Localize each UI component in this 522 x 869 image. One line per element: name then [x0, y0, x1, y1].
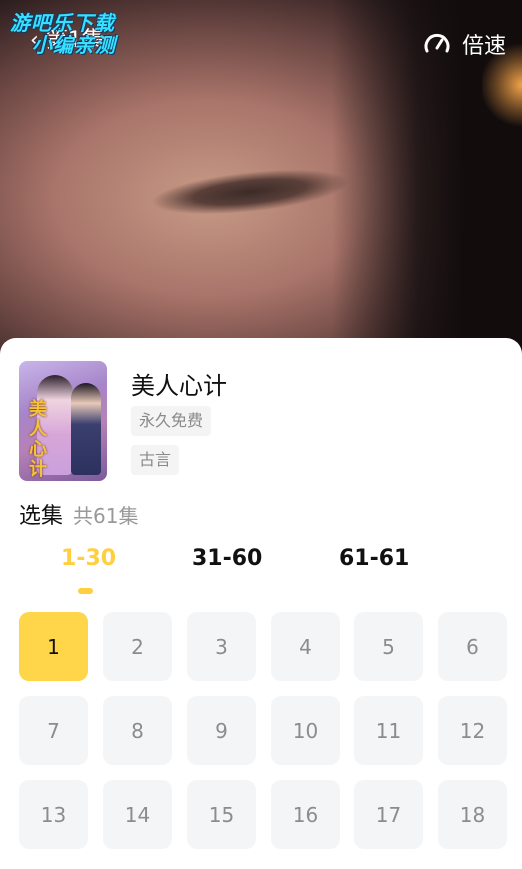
tab-range-61-61[interactable]: 61-61 [339, 546, 409, 571]
video-player[interactable]: ‹ 第1集 游吧乐下载 小编亲测 倍速 [0, 0, 522, 360]
tab-range-1-30[interactable]: 1-30 [61, 546, 116, 571]
episode-button-6[interactable]: 6 [438, 612, 507, 681]
episodes-header: 选集 共61集 [19, 498, 138, 530]
episode-button-3[interactable]: 3 [187, 612, 256, 681]
episode-button-14[interactable]: 14 [103, 780, 172, 849]
drama-title: 美人心计 [131, 372, 227, 400]
episode-button-12[interactable]: 12 [438, 696, 507, 765]
tab-indicator [78, 588, 93, 594]
episode-button-9[interactable]: 9 [187, 696, 256, 765]
episode-button-18[interactable]: 18 [438, 780, 507, 849]
video-frame-eyebrow [148, 161, 352, 223]
episode-button-1[interactable]: 1 [19, 612, 88, 681]
episode-button-13[interactable]: 13 [19, 780, 88, 849]
episode-button-2[interactable]: 2 [103, 612, 172, 681]
episode-button-7[interactable]: 7 [19, 696, 88, 765]
speed-button[interactable]: 倍速 [422, 28, 506, 60]
episode-sheet: 美人心计 美人心计 永久免费 古言 选集 共61集 1-30 31-60 61-… [0, 338, 522, 869]
speed-label: 倍速 [461, 34, 506, 59]
tab-range-31-60[interactable]: 31-60 [192, 546, 262, 571]
episode-button-15[interactable]: 15 [187, 780, 256, 849]
episode-button-8[interactable]: 8 [103, 696, 172, 765]
episodes-count: 共61集 [73, 504, 139, 528]
speedometer-icon [424, 33, 450, 53]
drama-poster[interactable]: 美人心计 [19, 361, 107, 481]
episode-button-17[interactable]: 17 [354, 780, 423, 849]
tag-genre: 古言 [131, 445, 180, 475]
episodes-label: 选集 [19, 504, 64, 529]
episode-button-11[interactable]: 11 [354, 696, 423, 765]
episode-button-5[interactable]: 5 [354, 612, 423, 681]
watermark-logo: 游吧乐下载 小编亲测 [10, 11, 116, 57]
episode-button-10[interactable]: 10 [271, 696, 340, 765]
episode-button-16[interactable]: 16 [271, 780, 340, 849]
tag-free: 永久免费 [131, 406, 212, 436]
poster-title: 美人心计 [26, 399, 47, 479]
episode-button-4[interactable]: 4 [271, 612, 340, 681]
